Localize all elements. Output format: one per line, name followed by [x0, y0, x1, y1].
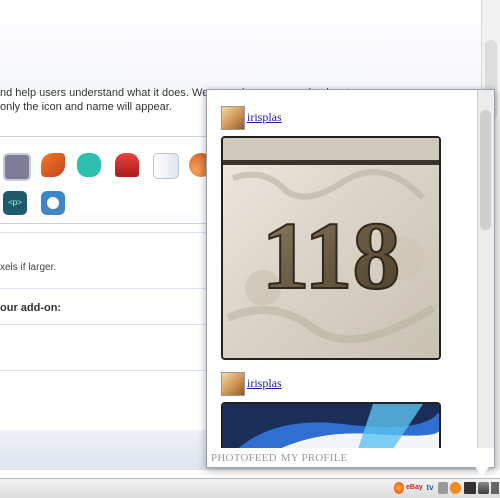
- addon-field-label: our add-on:: [0, 302, 62, 314]
- icon-picker-panel: <p>: [0, 136, 216, 224]
- user-avatar[interactable]: [221, 106, 245, 130]
- size-note: xels if larger.: [0, 262, 57, 273]
- post-user-row: irisplas: [221, 370, 477, 396]
- my-profile-link[interactable]: MY PROFILE: [281, 452, 348, 464]
- feed-post: irisplas: [221, 104, 477, 360]
- popup-pointer-arrow: [474, 465, 490, 477]
- photofeed-icon[interactable]: [478, 482, 489, 494]
- username-link[interactable]: irisplas: [247, 376, 282, 391]
- tv-icon[interactable]: tv: [424, 482, 436, 494]
- window-icon[interactable]: [491, 482, 499, 494]
- image-frame-icon[interactable]: [3, 153, 31, 181]
- feed-post: irisplas: [221, 370, 477, 448]
- user-avatar[interactable]: [221, 372, 245, 396]
- page-header-area: [0, 0, 500, 90]
- popup-footer: PHOTOFEED MY PROFILE: [211, 452, 351, 464]
- feed-icon[interactable]: [450, 482, 461, 494]
- house-number-photo: 118: [223, 138, 439, 358]
- camera-icon[interactable]: [41, 191, 65, 215]
- popup-scroll-thumb[interactable]: [480, 110, 491, 230]
- post-photo[interactable]: 118: [221, 136, 441, 360]
- post-photo[interactable]: [221, 402, 441, 448]
- browser-statusbar: eBay tv: [0, 478, 500, 498]
- ebay-icon[interactable]: eBay: [406, 482, 423, 494]
- house-number-text: 118: [262, 202, 401, 309]
- brush-icon[interactable]: [41, 153, 65, 177]
- chat-bubble-icon[interactable]: [77, 153, 101, 177]
- alarm-light-icon[interactable]: [115, 153, 139, 177]
- photofeed-list[interactable]: irisplas 118 irisplas: [207, 90, 477, 448]
- photofeed-popup: irisplas 118 irisplas PHOTOFEED MY PROFI…: [206, 89, 495, 468]
- media-icon[interactable]: [464, 482, 476, 494]
- colorful-object-photo: [223, 404, 439, 448]
- clipboard-icon[interactable]: [438, 482, 448, 494]
- photofeed-link[interactable]: PHOTOFEED: [211, 452, 277, 464]
- fire-icon[interactable]: [394, 482, 404, 494]
- book-icon[interactable]: [153, 153, 179, 179]
- username-link[interactable]: irisplas: [247, 110, 282, 125]
- html-tag-icon[interactable]: <p>: [3, 191, 27, 215]
- popup-scrollbar[interactable]: [477, 90, 494, 448]
- post-user-row: irisplas: [221, 104, 477, 130]
